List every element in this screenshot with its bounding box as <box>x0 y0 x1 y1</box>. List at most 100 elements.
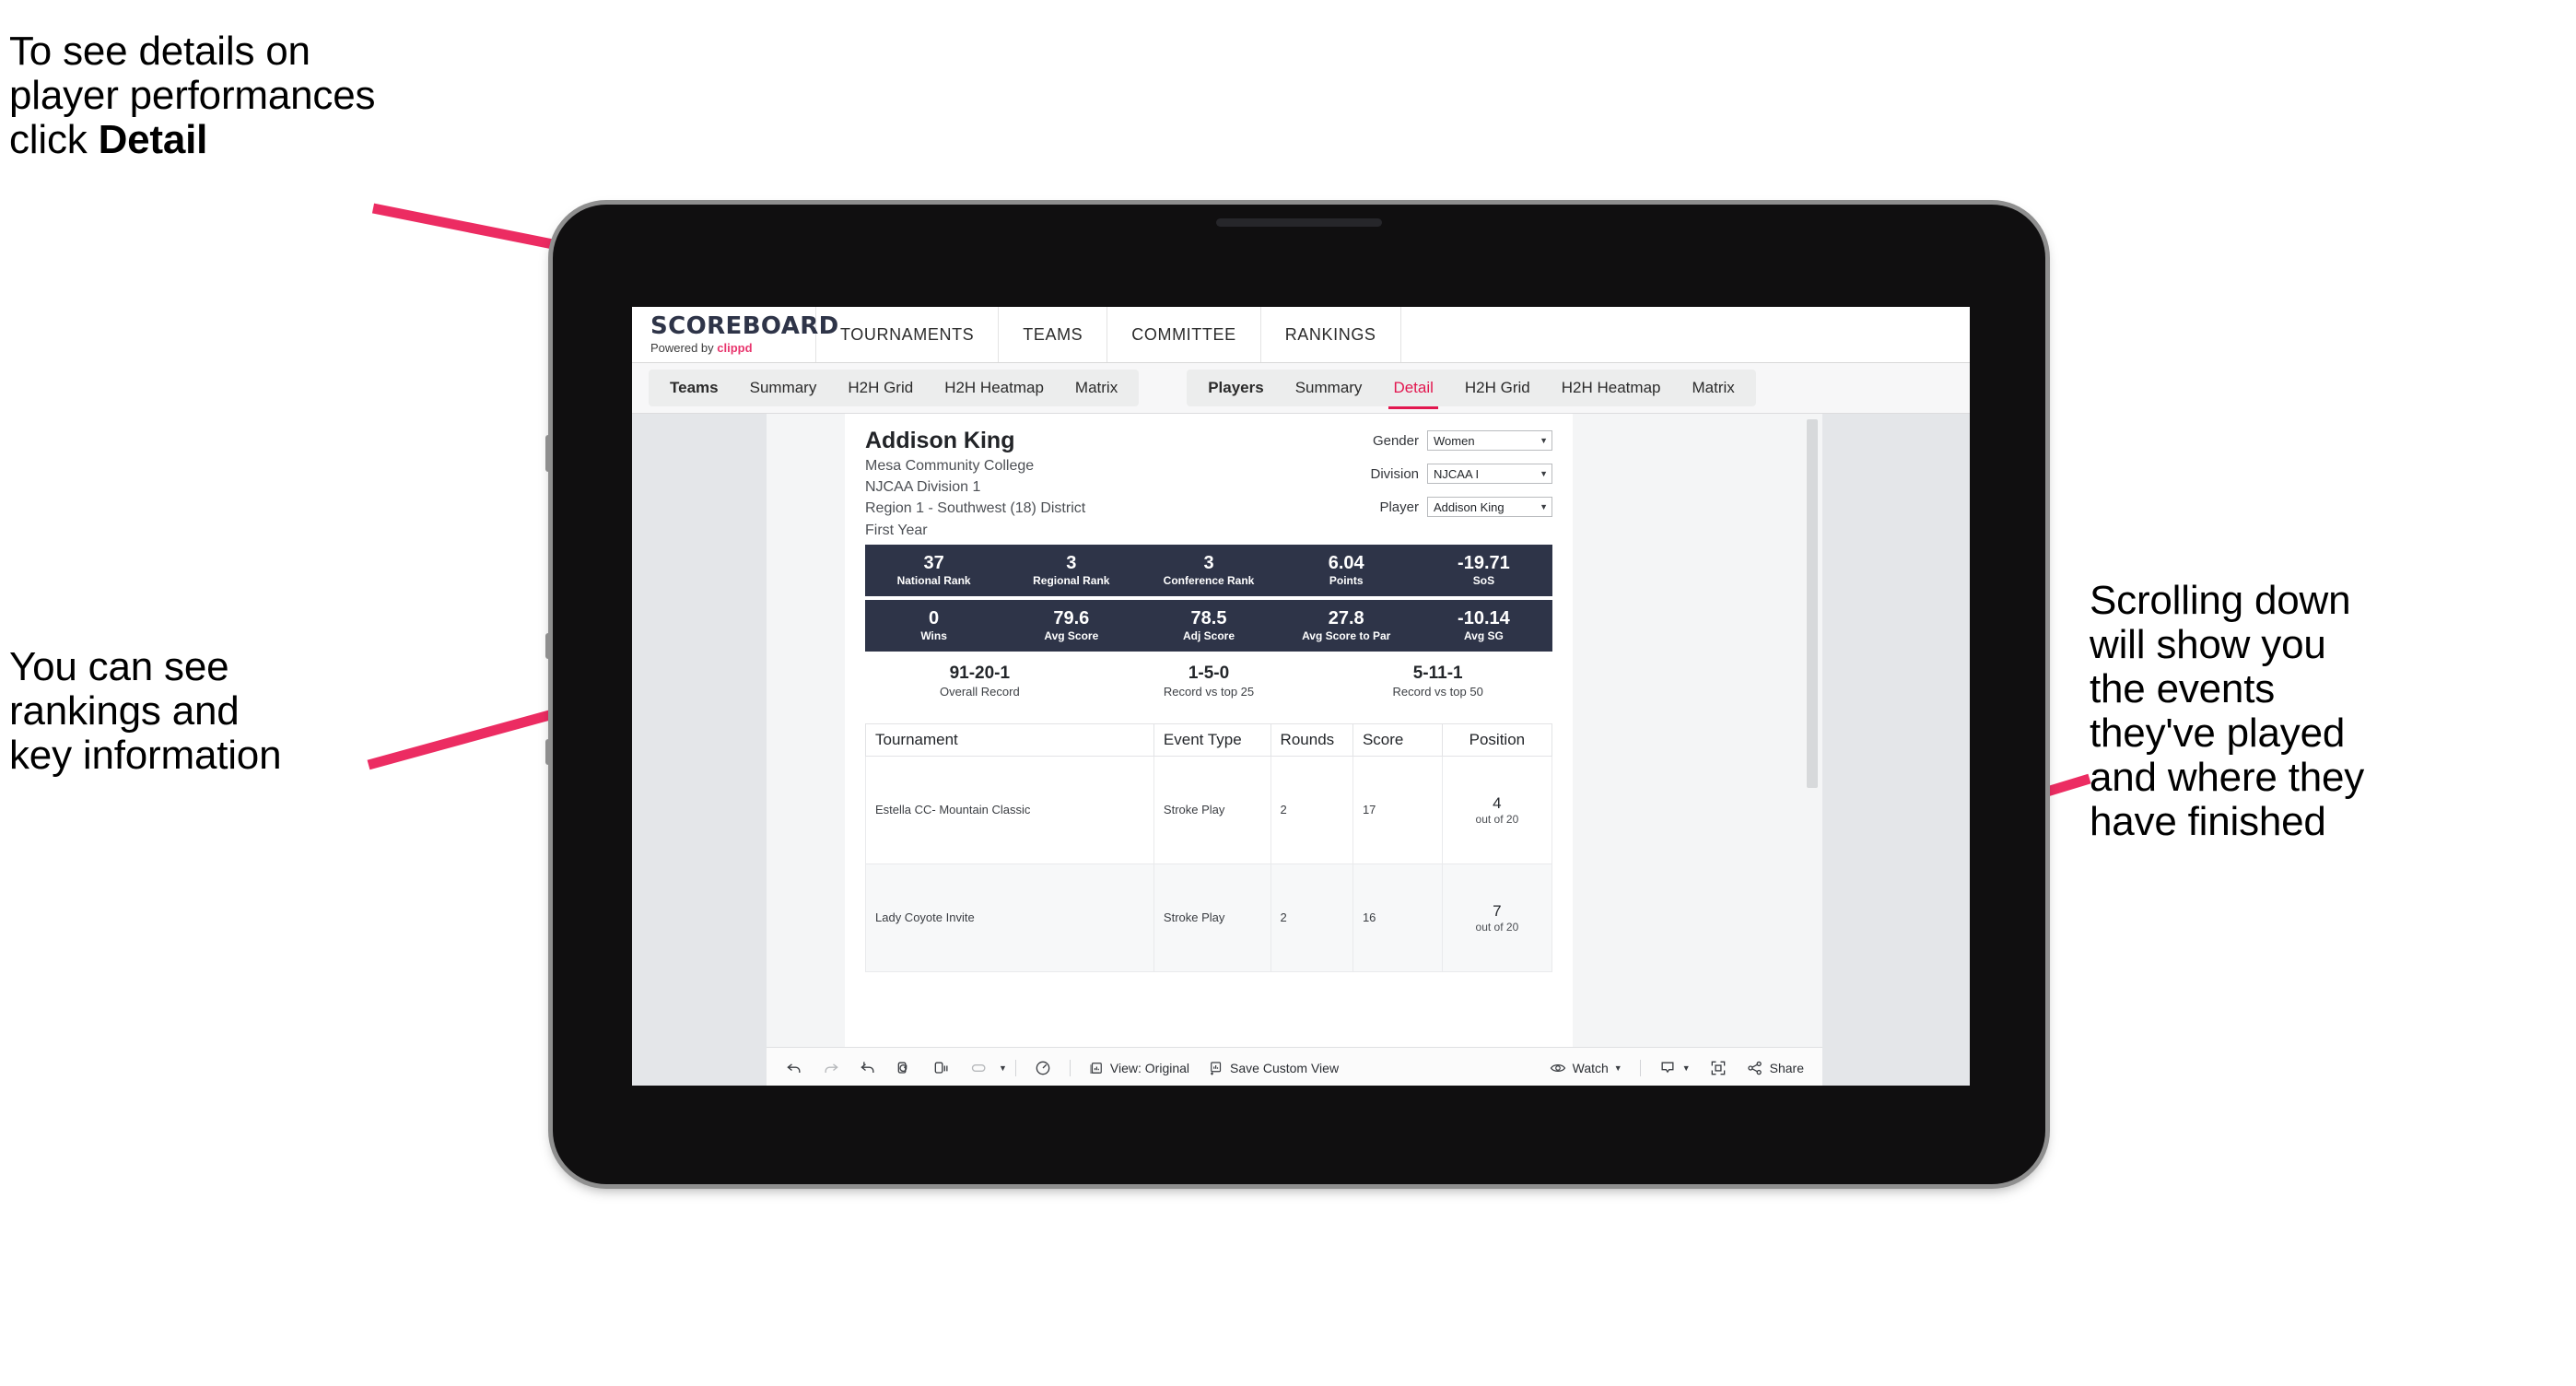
player-school: Mesa Community College <box>865 457 1035 474</box>
vertical-scrollbar[interactable] <box>1806 414 1821 1086</box>
stat-band-rankings: 37 National Rank 3 Regional Rank 3 Confe… <box>865 544 1552 596</box>
tablet-volume-up-button[interactable] <box>545 633 552 659</box>
tablet-power-button[interactable] <box>545 435 552 472</box>
record-value: 91-20-1 <box>949 664 1011 684</box>
tab-teams-h2h-grid[interactable]: H2H Grid <box>832 370 929 406</box>
topnav-item-tournaments[interactable]: TOURNAMENTS <box>816 307 1000 362</box>
column-header-position[interactable]: Position <box>1441 722 1553 757</box>
filter-value-division: NJCAA I <box>1434 466 1480 481</box>
watch-label: Watch <box>1572 1060 1609 1075</box>
table-row[interactable]: Estella CC- Mountain Classic Stroke Play… <box>865 755 1553 864</box>
cell-position: 4 out of 20 <box>1441 755 1553 864</box>
pause-clock-icon[interactable] <box>1025 1059 1061 1077</box>
stat-conference-rank: 3 Conference Rank <box>1140 553 1277 589</box>
chevron-down-icon: ▼ <box>1540 436 1548 445</box>
stat-label: Avg Score <box>1044 628 1099 642</box>
brand-block: SCOREBOARD Powered by clippd <box>632 307 838 362</box>
app-top-navigation: SCOREBOARD Powered by clippd TOURNAMENTS… <box>632 307 1970 363</box>
stat-label: SoS <box>1472 573 1495 587</box>
column-header-score[interactable]: Score <box>1352 722 1443 757</box>
tabgroup-teams: Teams Summary H2H Grid H2H Heatmap Matri… <box>649 370 1140 406</box>
revert-icon[interactable] <box>849 1059 886 1077</box>
undo-icon[interactable] <box>776 1059 813 1077</box>
stat-value: 27.8 <box>1328 607 1364 628</box>
stat-value: 79.6 <box>1053 607 1090 628</box>
scrollbar-thumb[interactable] <box>1807 419 1818 788</box>
watch-button[interactable]: Watch ▼ <box>1540 1060 1632 1076</box>
view-original-button[interactable]: View: Original <box>1079 1060 1199 1076</box>
filter-select-division[interactable]: NJCAA I ▼ <box>1427 464 1552 484</box>
tablet-volume-down-button[interactable] <box>545 739 552 765</box>
topnav-item-teams[interactable]: TEAMS <box>999 307 1108 362</box>
tab-players-detail[interactable]: Detail <box>1377 370 1448 409</box>
filter-row-division: Division NJCAA I ▼ <box>1370 464 1552 484</box>
stat-avg-score-to-par: 27.8 Avg Score to Par <box>1278 608 1415 644</box>
pause-auto-update-icon[interactable] <box>923 1059 960 1077</box>
tabgroup-players: Players Summary Detail H2H Grid H2H Heat… <box>1187 370 1756 409</box>
stat-value: 6.04 <box>1328 552 1364 573</box>
filter-label-player: Player <box>1379 499 1419 515</box>
save-custom-view-button[interactable]: Save Custom View <box>1199 1060 1348 1076</box>
annotation-right: Scrolling down will show you the events … <box>2090 578 2365 844</box>
position-number: 4 <box>1493 793 1502 812</box>
share-button[interactable]: Share <box>1737 1059 1813 1077</box>
topnav-item-committee[interactable]: COMMITTEE <box>1107 307 1261 362</box>
filter-value-player: Addison King <box>1434 499 1505 514</box>
tab-players-h2h-grid[interactable]: H2H Grid <box>1449 370 1546 406</box>
column-header-rounds[interactable]: Rounds <box>1270 722 1353 757</box>
tab-teams-summary[interactable]: Summary <box>734 370 833 406</box>
tablet-screen: SCOREBOARD Powered by clippd TOURNAMENTS… <box>632 307 1970 1086</box>
events-table: Tournament Event Type Rounds Score Posit… <box>865 722 1553 972</box>
record-vs-top-25: 1-5-0 Record vs top 25 <box>1095 664 1324 700</box>
stat-adj-score: 78.5 Adj Score <box>1140 608 1277 644</box>
view-chart-icon <box>1088 1060 1105 1076</box>
table-header-row: Tournament Event Type Rounds Score Posit… <box>865 722 1553 757</box>
filter-row-player: Player Addison King ▼ <box>1370 497 1552 517</box>
cell-rounds: 2 <box>1270 863 1353 972</box>
filter-label-gender: Gender <box>1372 432 1419 449</box>
chevron-down-icon[interactable]: ▼ <box>999 1063 1007 1073</box>
stat-label: Conference Rank <box>1163 573 1255 587</box>
redo-icon[interactable] <box>813 1059 849 1077</box>
tab-players[interactable]: Players <box>1192 370 1280 406</box>
tablet-device-frame: SCOREBOARD Powered by clippd TOURNAMENTS… <box>545 205 2045 1184</box>
player-identity: Addison King Mesa Community College NJCA… <box>865 427 1085 541</box>
share-icon <box>1746 1059 1764 1077</box>
filter-select-gender[interactable]: Women ▼ <box>1427 430 1552 451</box>
player-region: Region 1 - Southwest (18) District <box>865 500 1086 517</box>
topnav-item-rankings[interactable]: RANKINGS <box>1261 307 1401 362</box>
tab-players-h2h-heatmap[interactable]: H2H Heatmap <box>1546 370 1677 406</box>
table-row[interactable]: Lady Coyote Invite Stroke Play 2 16 7 ou… <box>865 863 1553 972</box>
record-overall: 91-20-1 Overall Record <box>865 664 1095 700</box>
column-header-tournament[interactable]: Tournament <box>865 722 1154 757</box>
column-header-event-type[interactable]: Event Type <box>1153 722 1271 757</box>
filter-panel: Gender Women ▼ Division NJCAA I ▼ Player… <box>1370 427 1552 530</box>
refresh-data-icon[interactable] <box>886 1059 923 1077</box>
tab-teams[interactable]: Teams <box>654 370 734 406</box>
position-out-of: out of 20 <box>1475 813 1519 827</box>
tab-teams-h2h-heatmap[interactable]: H2H Heatmap <box>929 370 1060 406</box>
filter-label-division: Division <box>1370 465 1419 482</box>
record-row: 91-20-1 Overall Record 1-5-0 Record vs t… <box>865 655 1552 709</box>
save-chart-icon <box>1208 1060 1224 1076</box>
visualization-pane: Addison King Mesa Community College NJCA… <box>767 414 1822 1086</box>
stat-wins: 0 Wins <box>865 608 1002 644</box>
record-label: Overall Record <box>939 684 1020 699</box>
player-detail-card: Addison King Mesa Community College NJCA… <box>845 414 1573 1047</box>
tab-teams-matrix[interactable]: Matrix <box>1060 370 1133 406</box>
pause-refresh-icon[interactable] <box>960 1059 999 1077</box>
download-button[interactable]: ▼ <box>1649 1059 1700 1077</box>
filter-select-player[interactable]: Addison King ▼ <box>1427 497 1552 517</box>
record-vs-top-50: 5-11-1 Record vs top 50 <box>1323 664 1552 700</box>
tab-players-summary[interactable]: Summary <box>1280 370 1378 406</box>
player-division: NJCAA Division 1 <box>865 478 981 495</box>
toolbar-divider <box>1069 1059 1071 1076</box>
tab-players-matrix[interactable]: Matrix <box>1676 370 1750 406</box>
save-custom-view-label: Save Custom View <box>1230 1060 1340 1075</box>
cell-score: 17 <box>1352 755 1443 864</box>
cell-event-type: Stroke Play <box>1153 755 1271 864</box>
bottom-toolbar: ▼ View: Original Save Custom View Watch … <box>767 1047 1822 1086</box>
fullscreen-icon[interactable] <box>1700 1059 1737 1077</box>
download-icon <box>1658 1059 1677 1077</box>
clippd-wordmark: clippd <box>717 341 753 355</box>
